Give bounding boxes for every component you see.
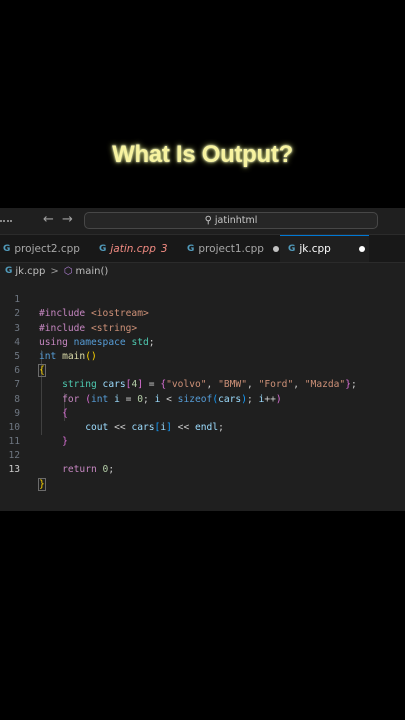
chevron-right-icon: >: [50, 265, 59, 277]
breadcrumb: G jk.cpp > ⬡ main(): [0, 263, 405, 279]
arrow-right-icon[interactable]: →: [62, 212, 73, 227]
title-bar: ← → ⚲ jatinhtml: [0, 208, 405, 235]
line-number: 13: [8, 464, 20, 476]
token: ;: [108, 464, 115, 476]
code-line: 10 }: [0, 407, 405, 447]
cpp-file-icon: G: [288, 244, 296, 254]
tab-jk[interactable]: G jk.cpp: [280, 235, 369, 262]
cpp-file-icon: G: [3, 243, 11, 254]
search-text: jatinhtml: [214, 215, 258, 226]
tab-label: jatin.cpp: [110, 242, 156, 255]
code-line: 13 }: [0, 449, 405, 491]
search-icon: ⚲: [204, 215, 212, 226]
tab-label: project1.cpp: [198, 242, 264, 255]
code-line: 12 return 0;: [0, 435, 405, 475]
code-line: 3 using namespace std;: [0, 307, 405, 348]
code-line: 9 cout << cars[i] << endl;: [0, 393, 405, 433]
token: return: [62, 464, 97, 476]
cpp-file-icon: G: [99, 243, 107, 254]
code-line: 6 string cars[4] = {"volvo", "BMW", "For…: [0, 350, 405, 390]
tab-jatin[interactable]: G jatin.cpp 3: [88, 235, 180, 262]
breadcrumb-symbol[interactable]: main(): [75, 266, 108, 277]
menu-dots-icon[interactable]: [0, 220, 12, 224]
code-line: 8 {: [0, 378, 405, 419]
command-center-search[interactable]: ⚲ jatinhtml: [84, 212, 378, 229]
tab-label: project2.cpp: [14, 242, 80, 255]
editor-tabs: G project2.cpp G jatin.cpp 3 G project1.…: [0, 235, 405, 263]
symbol-cube-icon: ⬡: [63, 265, 73, 277]
token: }: [38, 477, 46, 491]
unsaved-dot-icon: [272, 245, 279, 252]
code-line: 7 for (int i = 0; i < sizeof(cars); i++): [0, 364, 405, 404]
code-line: 1 #include <iostream>: [0, 279, 405, 319]
overlay-title: What Is Output?: [112, 141, 293, 168]
tab-label: jk.cpp: [299, 243, 331, 255]
arrow-left-icon[interactable]: ←: [43, 212, 54, 227]
unsaved-dot-icon: [358, 246, 365, 252]
code-line: 11: [0, 421, 405, 447]
tab-project1[interactable]: G project1.cpp: [181, 235, 279, 262]
cpp-file-icon: G: [187, 243, 195, 254]
problem-count-badge: 3: [160, 242, 168, 255]
code-line: 2 #include <string>: [0, 293, 405, 333]
cpp-file-icon: G: [5, 266, 13, 276]
tab-project2[interactable]: G project2.cpp: [0, 235, 87, 262]
breadcrumb-file[interactable]: jk.cpp: [15, 266, 45, 277]
code-editor-window: ← → ⚲ jatinhtml G project2.cpp G jatin.c…: [0, 208, 405, 511]
code-area[interactable]: 1 #include <iostream> 2 #include <string…: [0, 279, 405, 491]
code-line: 5 {: [0, 336, 405, 378]
code-line: 4 int main(): [0, 322, 405, 362]
